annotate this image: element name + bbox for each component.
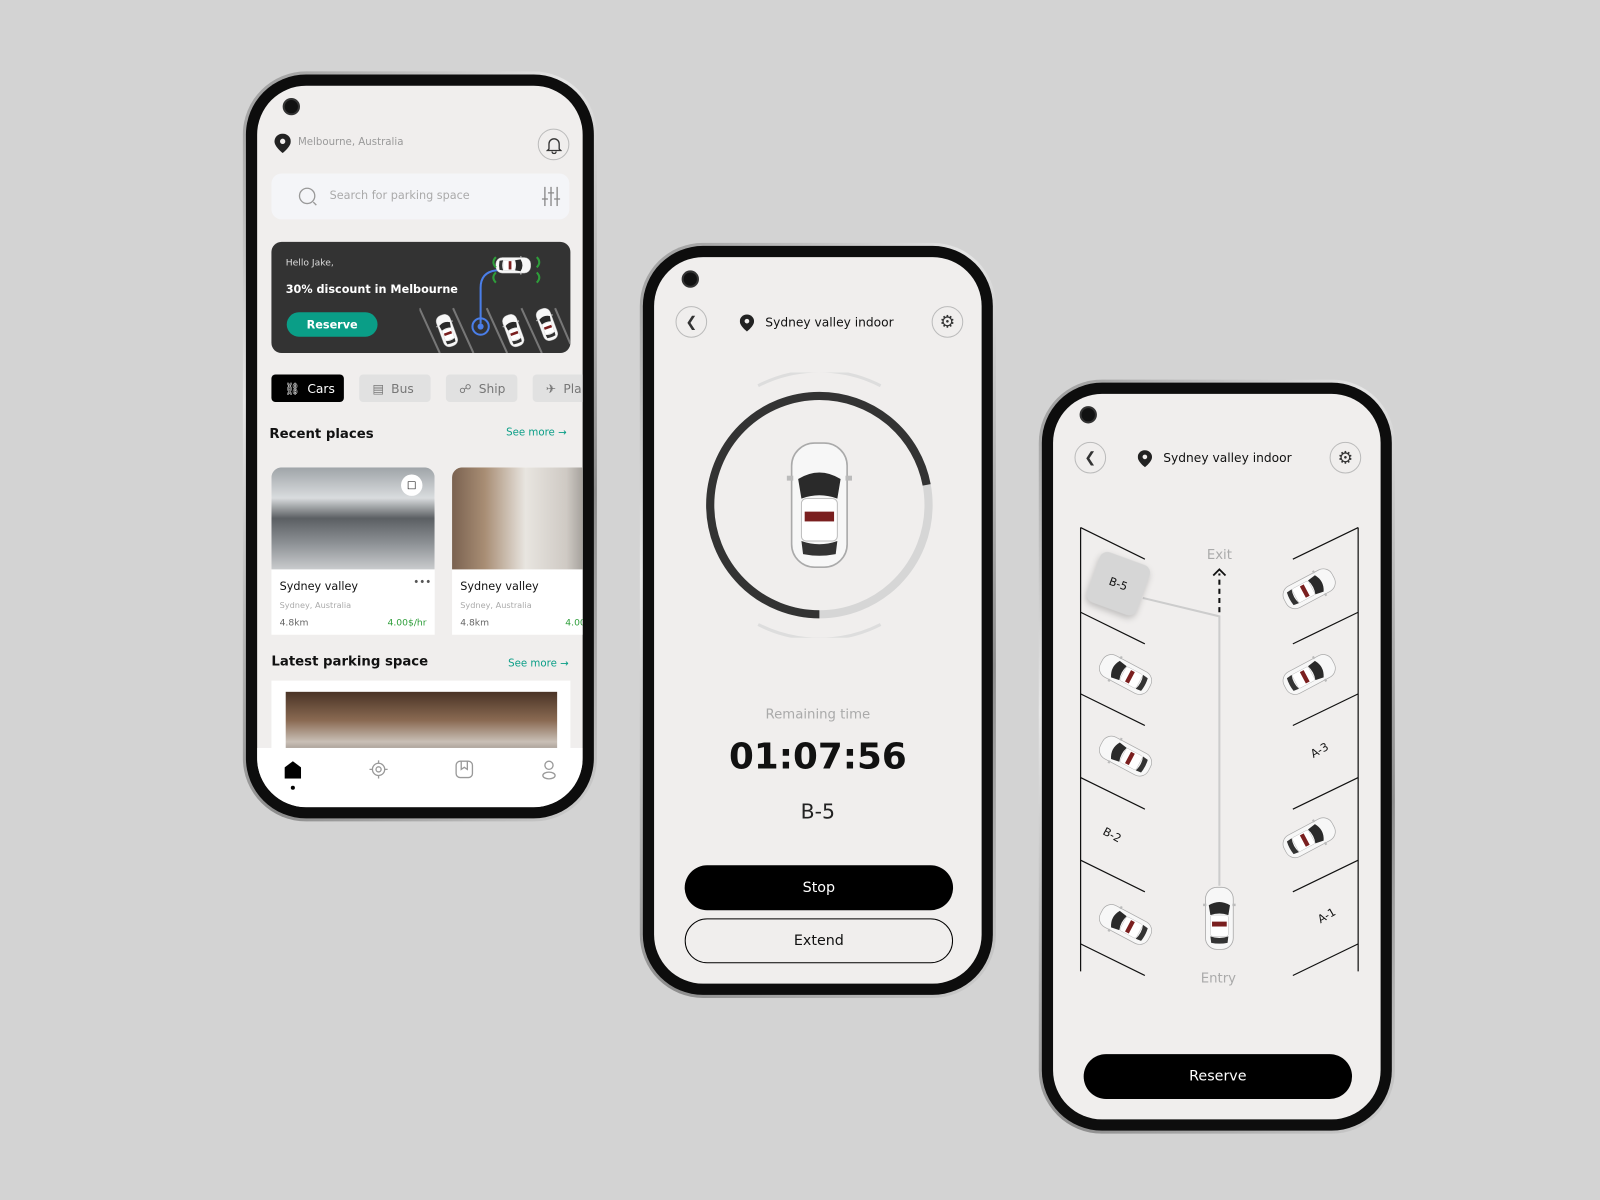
locate-icon[interactable] xyxy=(369,760,388,779)
camera xyxy=(681,270,699,288)
phone-home: Melbourne, Australia Search for parking … xyxy=(242,71,597,822)
timer-ring xyxy=(706,372,933,638)
extend-button[interactable]: Extend xyxy=(684,918,954,964)
parking-illustration xyxy=(419,256,571,354)
parked-car xyxy=(1278,812,1341,864)
active-indicator xyxy=(290,785,295,790)
latest-see-more[interactable]: See more → xyxy=(508,658,569,669)
category-label: Cars xyxy=(307,381,335,396)
place-image xyxy=(452,467,583,570)
parked-car xyxy=(1278,563,1341,615)
category-label: Bus xyxy=(391,381,414,396)
search-bar[interactable]: Search for parking space xyxy=(271,173,570,220)
parked-car xyxy=(1094,648,1157,701)
exit-label: Exit xyxy=(1207,548,1232,563)
ring-outer-arc xyxy=(757,623,882,638)
route-path xyxy=(1142,596,1221,886)
place-name: Sydney valley xyxy=(460,579,539,593)
notification-button[interactable] xyxy=(537,128,570,161)
place-location: Sydney, Australia xyxy=(279,601,352,611)
settings-button[interactable]: ⚙ xyxy=(931,306,964,338)
camera xyxy=(282,97,300,116)
recent-places-title: Recent places xyxy=(269,426,374,442)
timer-screen: ❮ Sydney valley indoor ⚙ Remaining time … xyxy=(654,257,982,984)
profile-icon[interactable] xyxy=(541,760,557,780)
category-label: Plane xyxy=(563,381,582,396)
venue-title: Sydney valley indoor xyxy=(765,315,894,330)
parked-car xyxy=(1094,730,1157,782)
category-bus[interactable]: ▤ Bus xyxy=(359,374,431,403)
spot-a1[interactable]: A-1 xyxy=(1315,906,1338,927)
car-icon: ⛓ xyxy=(284,381,301,396)
spot-b2[interactable]: B-2 xyxy=(1101,825,1124,845)
plane-icon: ✈ xyxy=(545,381,557,396)
bookmark-icon[interactable] xyxy=(455,760,474,779)
category-plane[interactable]: ✈ Plane xyxy=(532,374,583,403)
my-car xyxy=(1203,886,1236,950)
parked-car xyxy=(1094,898,1157,951)
chevron-left-icon: ❮ xyxy=(685,313,698,331)
recent-see-more[interactable]: See more → xyxy=(506,428,567,439)
bottom-nav xyxy=(257,747,583,808)
ship-icon: ☍ xyxy=(459,381,472,396)
promo-reserve-button[interactable]: Reserve xyxy=(286,312,378,337)
home-screen: Melbourne, Australia Search for parking … xyxy=(257,85,583,808)
promo-banner: Hello Jake, 30% discount in Melbourne Re… xyxy=(271,241,571,354)
bus-icon: ▤ xyxy=(372,381,385,396)
gear-icon: ⚙ xyxy=(939,311,956,333)
current-location[interactable]: Melbourne, Australia xyxy=(298,137,403,148)
entry-label: Entry xyxy=(1201,972,1236,987)
category-cars[interactable]: ⛓ Cars xyxy=(271,374,344,403)
remaining-time: 01:07:56 xyxy=(729,736,907,778)
place-card[interactable]: Sydney valley Sydney, Australia 4.8km 4.… xyxy=(452,467,583,635)
back-button[interactable]: ❮ xyxy=(675,306,708,338)
category-ship[interactable]: ☍ Ship xyxy=(445,374,518,403)
latest-parking-title: Latest parking space xyxy=(271,654,429,670)
remaining-label: Remaining time xyxy=(765,707,871,723)
home-icon[interactable] xyxy=(284,760,302,779)
reserve-button[interactable]: Reserve xyxy=(1083,1054,1353,1099)
stop-button[interactable]: Stop xyxy=(684,865,954,911)
more-options-icon[interactable]: ••• xyxy=(413,578,431,589)
bell-icon xyxy=(545,137,562,154)
place-location: Sydney, Australia xyxy=(460,601,532,611)
greeting: Hello Jake, xyxy=(285,258,334,269)
parked-car xyxy=(786,442,853,568)
place-distance: 4.8km xyxy=(460,618,490,629)
search-input[interactable]: Search for parking space xyxy=(330,189,470,202)
phone-map: ❮ Sydney valley indoor ⚙ B-5 A-3 B-2 A-1… xyxy=(1038,379,1395,1134)
location-pin-icon xyxy=(274,133,291,154)
place-price: 4.00$/hr xyxy=(565,618,582,629)
location-pin-icon xyxy=(739,314,755,332)
place-distance: 4.8km xyxy=(279,618,309,629)
search-icon xyxy=(298,187,317,206)
parking-map: B-5 A-3 B-2 A-1 Exit Entry xyxy=(1079,526,1359,987)
spot-a3[interactable]: A-3 xyxy=(1308,740,1331,761)
phone-timer: ❮ Sydney valley indoor ⚙ Remaining time … xyxy=(639,242,996,998)
map-screen: ❮ Sydney valley indoor ⚙ B-5 A-3 B-2 A-1… xyxy=(1053,393,1381,1120)
category-label: Ship xyxy=(478,381,506,396)
filter-icon[interactable] xyxy=(541,186,561,207)
ring-outer-arc xyxy=(757,372,882,388)
place-name: Sydney valley xyxy=(279,579,359,593)
place-card[interactable]: □ Sydney valley ••• Sydney, Australia 4.… xyxy=(271,467,435,635)
spot-b5-selected[interactable]: B-5 xyxy=(1084,550,1152,618)
spot-label: B-5 xyxy=(800,798,836,824)
place-price: 4.00$/hr xyxy=(387,618,427,629)
bookmark-button[interactable]: □ xyxy=(401,474,423,496)
parked-car xyxy=(1278,648,1341,701)
